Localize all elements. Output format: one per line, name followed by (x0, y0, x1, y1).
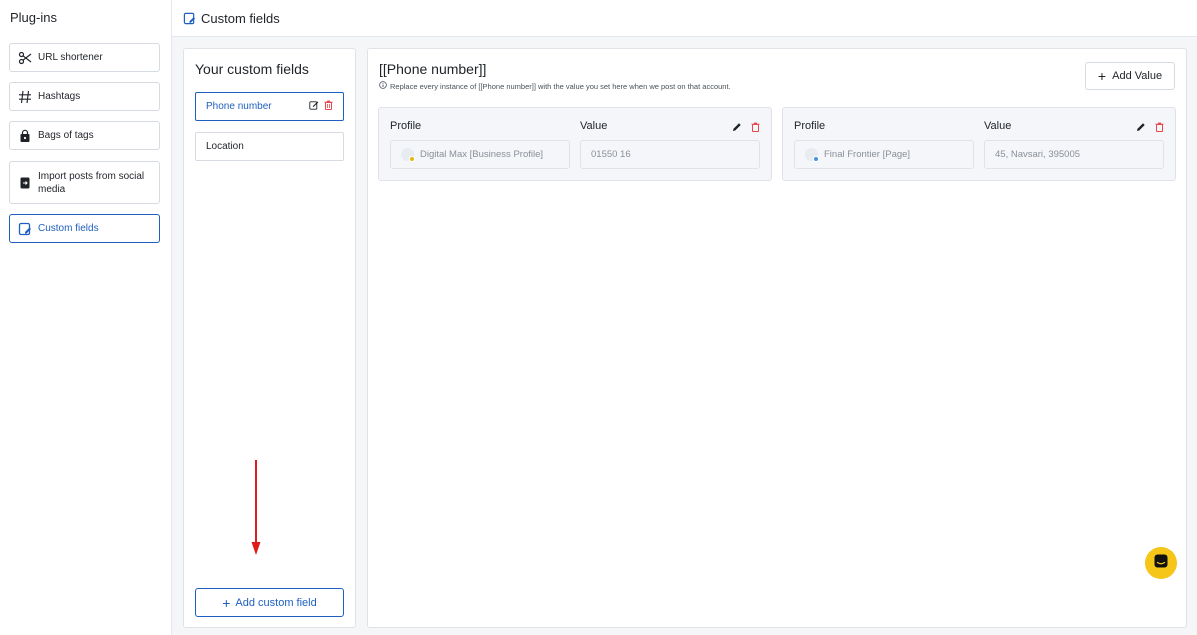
profile-label: Profile (390, 120, 422, 132)
value-card: Profile Value Final Frontier [Page] 45, … (782, 107, 1176, 181)
field-token-title: [[Phone number]] (379, 61, 487, 77)
import-icon (18, 176, 32, 190)
sidebar-item-custom-fields[interactable]: Custom fields (9, 214, 160, 243)
custom-fields-panel: Your custom fields Phone number Location… (183, 48, 356, 628)
plus-icon: + (222, 594, 231, 611)
profile-label: Profile (794, 120, 826, 132)
custom-field-detail: [[Phone number]] Replace every instance … (367, 48, 1187, 628)
edit-icon[interactable] (309, 100, 319, 113)
pencil-icon[interactable] (1136, 119, 1146, 137)
sidebar-item-bags-of-tags[interactable]: Bags of tags (9, 121, 160, 150)
field-description-text: Replace every instance of [[Phone number… (390, 81, 731, 91)
trash-icon[interactable] (751, 119, 760, 137)
value-text: 01550 16 (591, 149, 631, 160)
field-item-label: Location (206, 141, 244, 152)
add-value-label: Add Value (1112, 70, 1163, 82)
profile-select[interactable]: Final Frontier [Page] (794, 140, 974, 169)
field-item-label: Phone number (206, 101, 272, 112)
bag-icon (18, 129, 32, 143)
plugins-sidebar: Plug-ins URL shortener Hashtags Bags of … (0, 0, 172, 635)
value-text: 45, Navsari, 395005 (995, 149, 1081, 160)
custom-fields-icon (183, 12, 196, 25)
add-value-button[interactable]: + Add Value (1085, 62, 1175, 90)
add-custom-field-button[interactable]: + Add custom field (195, 588, 344, 617)
trash-icon[interactable] (1155, 119, 1164, 137)
pencil-icon[interactable] (732, 119, 742, 137)
value-input[interactable]: 01550 16 (580, 140, 760, 169)
value-label: Value (984, 120, 1012, 132)
field-item-location[interactable]: Location (195, 132, 344, 161)
chat-icon (1153, 553, 1169, 574)
sidebar-item-url-shortener[interactable]: URL shortener (9, 43, 160, 72)
profile-name: Digital Max [Business Profile] (420, 149, 544, 160)
info-icon (379, 81, 387, 91)
sidebar-item-label: Hashtags (38, 91, 81, 102)
hash-icon (18, 90, 32, 104)
add-custom-field-label: Add custom field (235, 596, 317, 609)
field-description: Replace every instance of [[Phone number… (379, 81, 731, 91)
profile-avatar (805, 148, 819, 162)
value-input[interactable]: 45, Navsari, 395005 (984, 140, 1164, 169)
page-title: Custom fields (201, 10, 280, 26)
profile-name: Final Frontier [Page] (824, 149, 911, 160)
annotation-arrow (251, 460, 261, 555)
trash-icon[interactable] (324, 100, 333, 113)
profile-select[interactable]: Digital Max [Business Profile] (390, 140, 570, 169)
sidebar-item-label: URL shortener (38, 52, 103, 63)
page-header: Custom fields (172, 0, 1197, 37)
custom-fields-icon (18, 222, 32, 236)
scissors-icon (18, 51, 32, 65)
value-card: Profile Value Digital Max [Business Prof… (378, 107, 772, 181)
sidebar-item-import-posts[interactable]: Import posts from social media (9, 161, 160, 204)
sidebar-item-hashtags[interactable]: Hashtags (9, 82, 160, 111)
sidebar-item-label: Import posts from social media (38, 170, 145, 195)
panel-title: Your custom fields (195, 61, 309, 77)
plus-icon: + (1097, 68, 1107, 84)
value-label: Value (580, 120, 608, 132)
field-item-phone-number[interactable]: Phone number (195, 92, 344, 121)
sidebar-title: Plug-ins (10, 10, 57, 25)
profile-avatar (401, 148, 415, 162)
sidebar-item-label: Bags of tags (38, 130, 94, 141)
sidebar-item-label: Custom fields (38, 223, 99, 234)
chat-widget-button[interactable] (1145, 547, 1177, 579)
